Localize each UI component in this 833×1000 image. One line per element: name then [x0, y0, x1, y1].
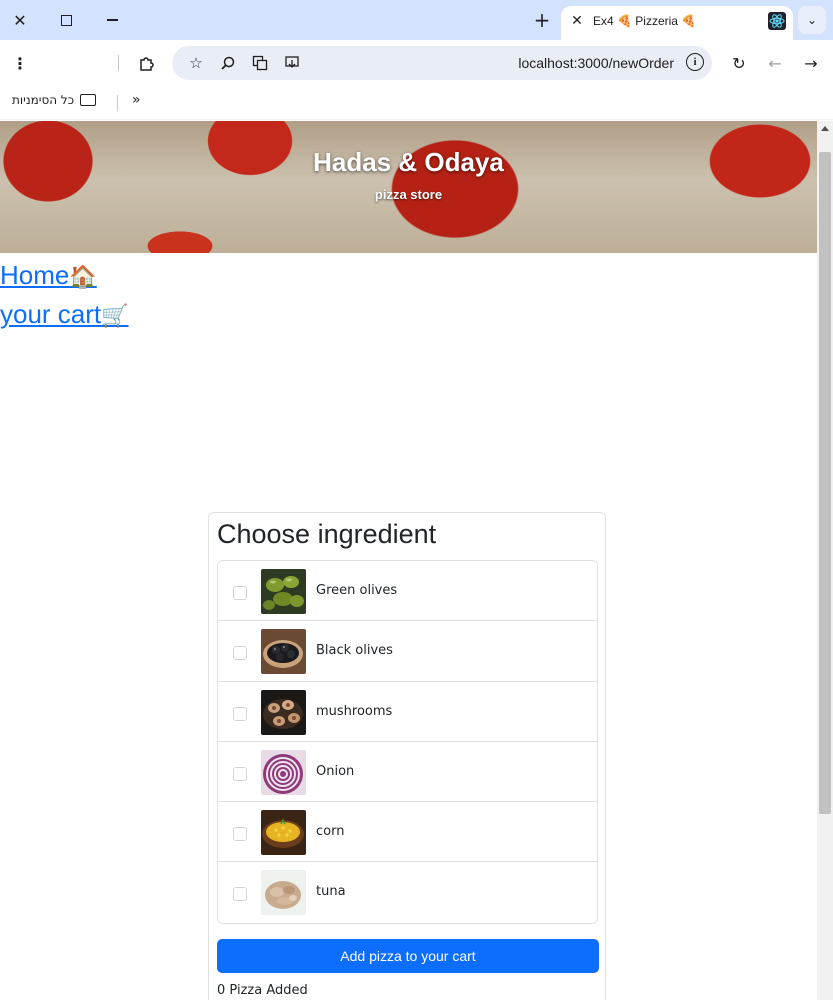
- ingredient-checkbox[interactable]: [233, 646, 247, 661]
- active-tab[interactable]: ✕ Ex4 🍕 Pizzeria 🍕: [561, 6, 793, 40]
- ingredient-row[interactable]: Onion: [218, 741, 597, 803]
- bookmark-star-icon[interactable]: ☆: [184, 51, 208, 75]
- tab-search-chevron-icon[interactable]: ⌄: [798, 6, 826, 34]
- maximize-window-icon[interactable]: [52, 6, 80, 34]
- ingredient-name: mushrooms: [316, 703, 393, 719]
- header-banner: Hadas & Odaya pizza store: [0, 121, 817, 253]
- ingredient-name: corn: [316, 824, 345, 840]
- vertical-scrollbar[interactable]: [817, 121, 833, 1000]
- ingredient-checkbox[interactable]: [233, 887, 247, 902]
- site-title: Hadas & Odaya: [313, 147, 504, 177]
- tuna-photo-icon: [261, 870, 306, 916]
- toolbar-divider: [118, 55, 119, 71]
- add-pizza-button[interactable]: Add pizza to your cart: [217, 939, 599, 973]
- ingredient-checkbox[interactable]: [233, 706, 247, 721]
- cart-link[interactable]: your cart🛒: [0, 299, 129, 330]
- green-olives-photo-icon: [261, 569, 306, 614]
- ingredient-row[interactable]: Black olives: [218, 621, 597, 682]
- home-link-label: Home: [0, 260, 70, 290]
- install-app-icon[interactable]: [280, 51, 304, 75]
- mushrooms-photo-icon: [261, 689, 306, 735]
- black-olives-photo-icon: [261, 629, 306, 675]
- zoom-icon[interactable]: [216, 51, 240, 75]
- minimize-window-icon[interactable]: [98, 6, 126, 34]
- browser-toolbar: ⋮ ☆ localhost:3000/newOrder i ↻ ← →: [0, 40, 833, 86]
- ingredient-row[interactable]: mushrooms: [218, 681, 597, 742]
- reload-icon[interactable]: ↻: [727, 51, 751, 75]
- address-bar[interactable]: ☆ localhost:3000/newOrder i: [172, 46, 712, 80]
- scrollbar-thumb[interactable]: [819, 152, 831, 814]
- ingredient-name: Green olives: [316, 583, 398, 598]
- react-favicon-icon: [768, 12, 786, 30]
- tab-strip: ✕ + ✕ Ex4 🍕 Pizzeria 🍕 ⌄: [0, 0, 833, 40]
- corn-photo-icon: [261, 810, 306, 856]
- ingredient-checkbox[interactable]: [233, 586, 247, 600]
- back-arrow-icon[interactable]: ←: [763, 51, 787, 75]
- ingredient-row[interactable]: corn: [218, 802, 597, 863]
- pizza-added-status: 0 Pizza Added: [217, 983, 308, 998]
- url-text: localhost:3000/newOrder: [518, 55, 674, 71]
- ingredient-heading: Choose ingredient: [217, 519, 437, 549]
- ingredient-card: Choose ingredient Green olives Black oli…: [208, 512, 606, 1000]
- ingredient-row[interactable]: tuna: [218, 862, 597, 923]
- ingredient-row[interactable]: Green olives: [218, 561, 597, 622]
- scroll-up-arrow-icon[interactable]: [821, 126, 829, 131]
- cart-icon: 🛒: [101, 303, 129, 328]
- site-subtitle: pizza store: [374, 187, 443, 202]
- all-bookmarks-label: כל הסימניות: [12, 93, 75, 107]
- folder-icon: [80, 94, 97, 106]
- onion-photo-icon: [261, 749, 306, 795]
- ingredient-checkbox[interactable]: [233, 827, 247, 842]
- ingredient-checkbox[interactable]: [233, 766, 247, 781]
- extensions-icon[interactable]: [135, 51, 159, 75]
- close-tab-icon[interactable]: ✕: [567, 11, 587, 31]
- bookmarks-overflow-icon[interactable]: »: [132, 92, 141, 108]
- bookmarks-bar: כל הסימניות »: [0, 86, 833, 120]
- ingredient-name: Black olives: [316, 643, 393, 659]
- ingredient-list: Green olives Black olives mushrooms Onio…: [217, 560, 598, 924]
- page-viewport: Hadas & Odaya pizza store Home🏠 your car…: [0, 121, 817, 1000]
- menu-kebab-icon[interactable]: ⋮: [8, 51, 32, 75]
- translate-icon[interactable]: [248, 51, 272, 75]
- tab-title: Ex4 🍕 Pizzeria 🍕: [593, 14, 697, 28]
- ingredient-name: Onion: [316, 763, 355, 779]
- all-bookmarks-button[interactable]: כל הסימניות: [12, 93, 97, 107]
- site-info-icon[interactable]: i: [686, 53, 704, 71]
- forward-arrow-icon[interactable]: →: [799, 51, 823, 75]
- home-link[interactable]: Home🏠: [0, 260, 97, 291]
- bookmarks-divider: [117, 95, 118, 111]
- ingredient-name: tuna: [316, 884, 346, 900]
- house-icon: 🏠: [69, 264, 97, 289]
- close-window-icon[interactable]: ✕: [6, 6, 34, 34]
- new-tab-button[interactable]: +: [530, 8, 554, 32]
- cart-link-label: your cart: [0, 299, 102, 329]
